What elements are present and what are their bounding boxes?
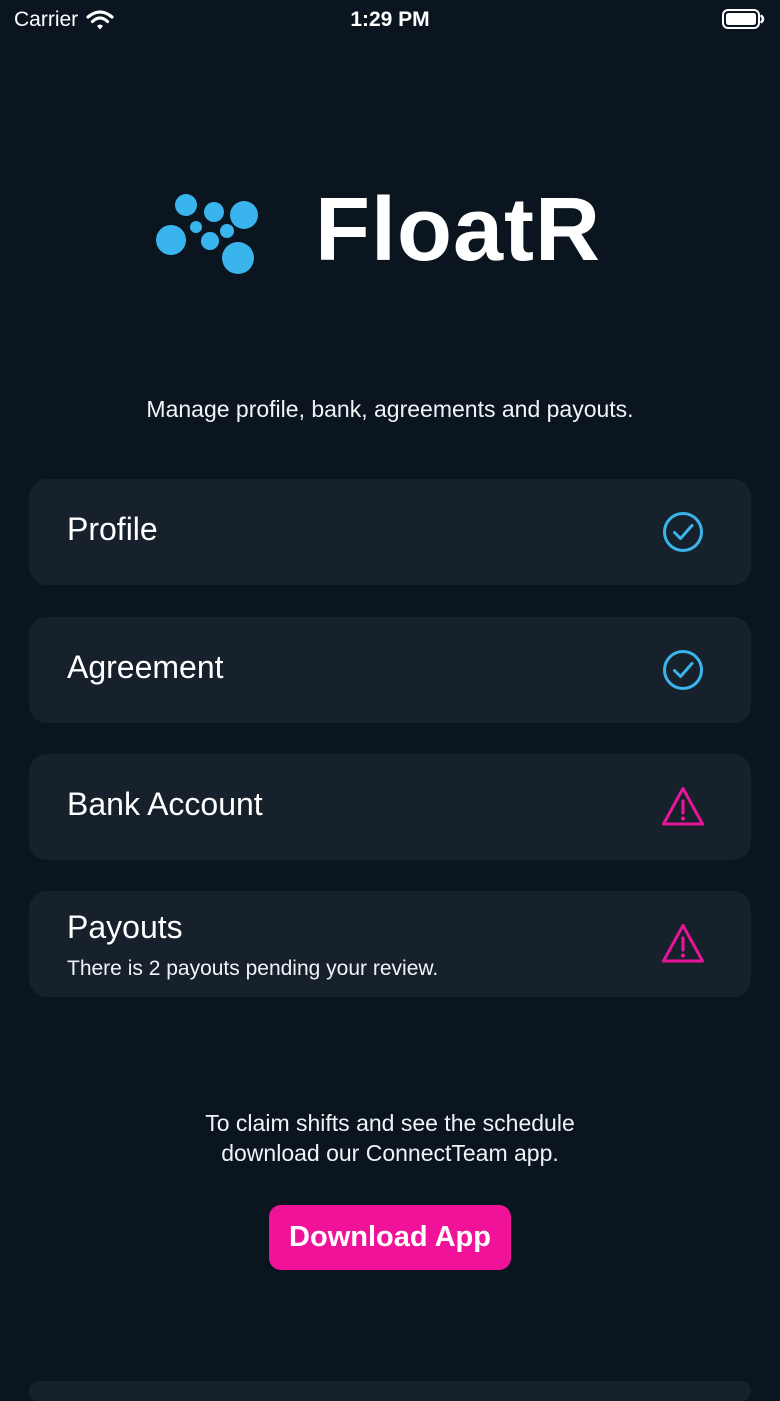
claim-text-line1: To claim shifts and see the schedule (205, 1110, 575, 1136)
bank-account-card-title: Bank Account (67, 786, 263, 822)
bottom-card-edge (29, 1381, 751, 1401)
brand-logo: FloatR (150, 180, 640, 280)
payouts-card-title: Payouts (67, 909, 183, 945)
molecule-dots-icon (156, 194, 258, 274)
claim-shifts-text: To claim shifts and see the schedule dow… (0, 1108, 780, 1168)
status-time: 1:29 PM (350, 8, 430, 31)
battery-icon (722, 8, 766, 35)
status-bar: Carrier 1:29 PM (0, 0, 780, 40)
agreement-card-title: Agreement (67, 649, 224, 685)
payouts-card[interactable]: Payouts There is 2 payouts pending your … (29, 891, 751, 997)
profile-card-title: Profile (67, 511, 158, 547)
download-app-button[interactable]: Download App (269, 1205, 511, 1270)
check-circle-icon (663, 512, 703, 552)
profile-card[interactable]: Profile (29, 479, 751, 585)
check-circle-icon (663, 650, 703, 690)
agreement-card[interactable]: Agreement (29, 617, 751, 723)
bank-account-card[interactable]: Bank Account (29, 754, 751, 860)
claim-text-line2: download our ConnectTeam app. (221, 1140, 559, 1166)
page-subtitle: Manage profile, bank, agreements and pay… (146, 396, 634, 422)
warning-triangle-icon (662, 787, 704, 826)
brand-name: FloatR (315, 180, 601, 280)
payouts-card-subtitle: There is 2 payouts pending your review. (67, 957, 439, 980)
warning-triangle-icon (662, 924, 704, 963)
